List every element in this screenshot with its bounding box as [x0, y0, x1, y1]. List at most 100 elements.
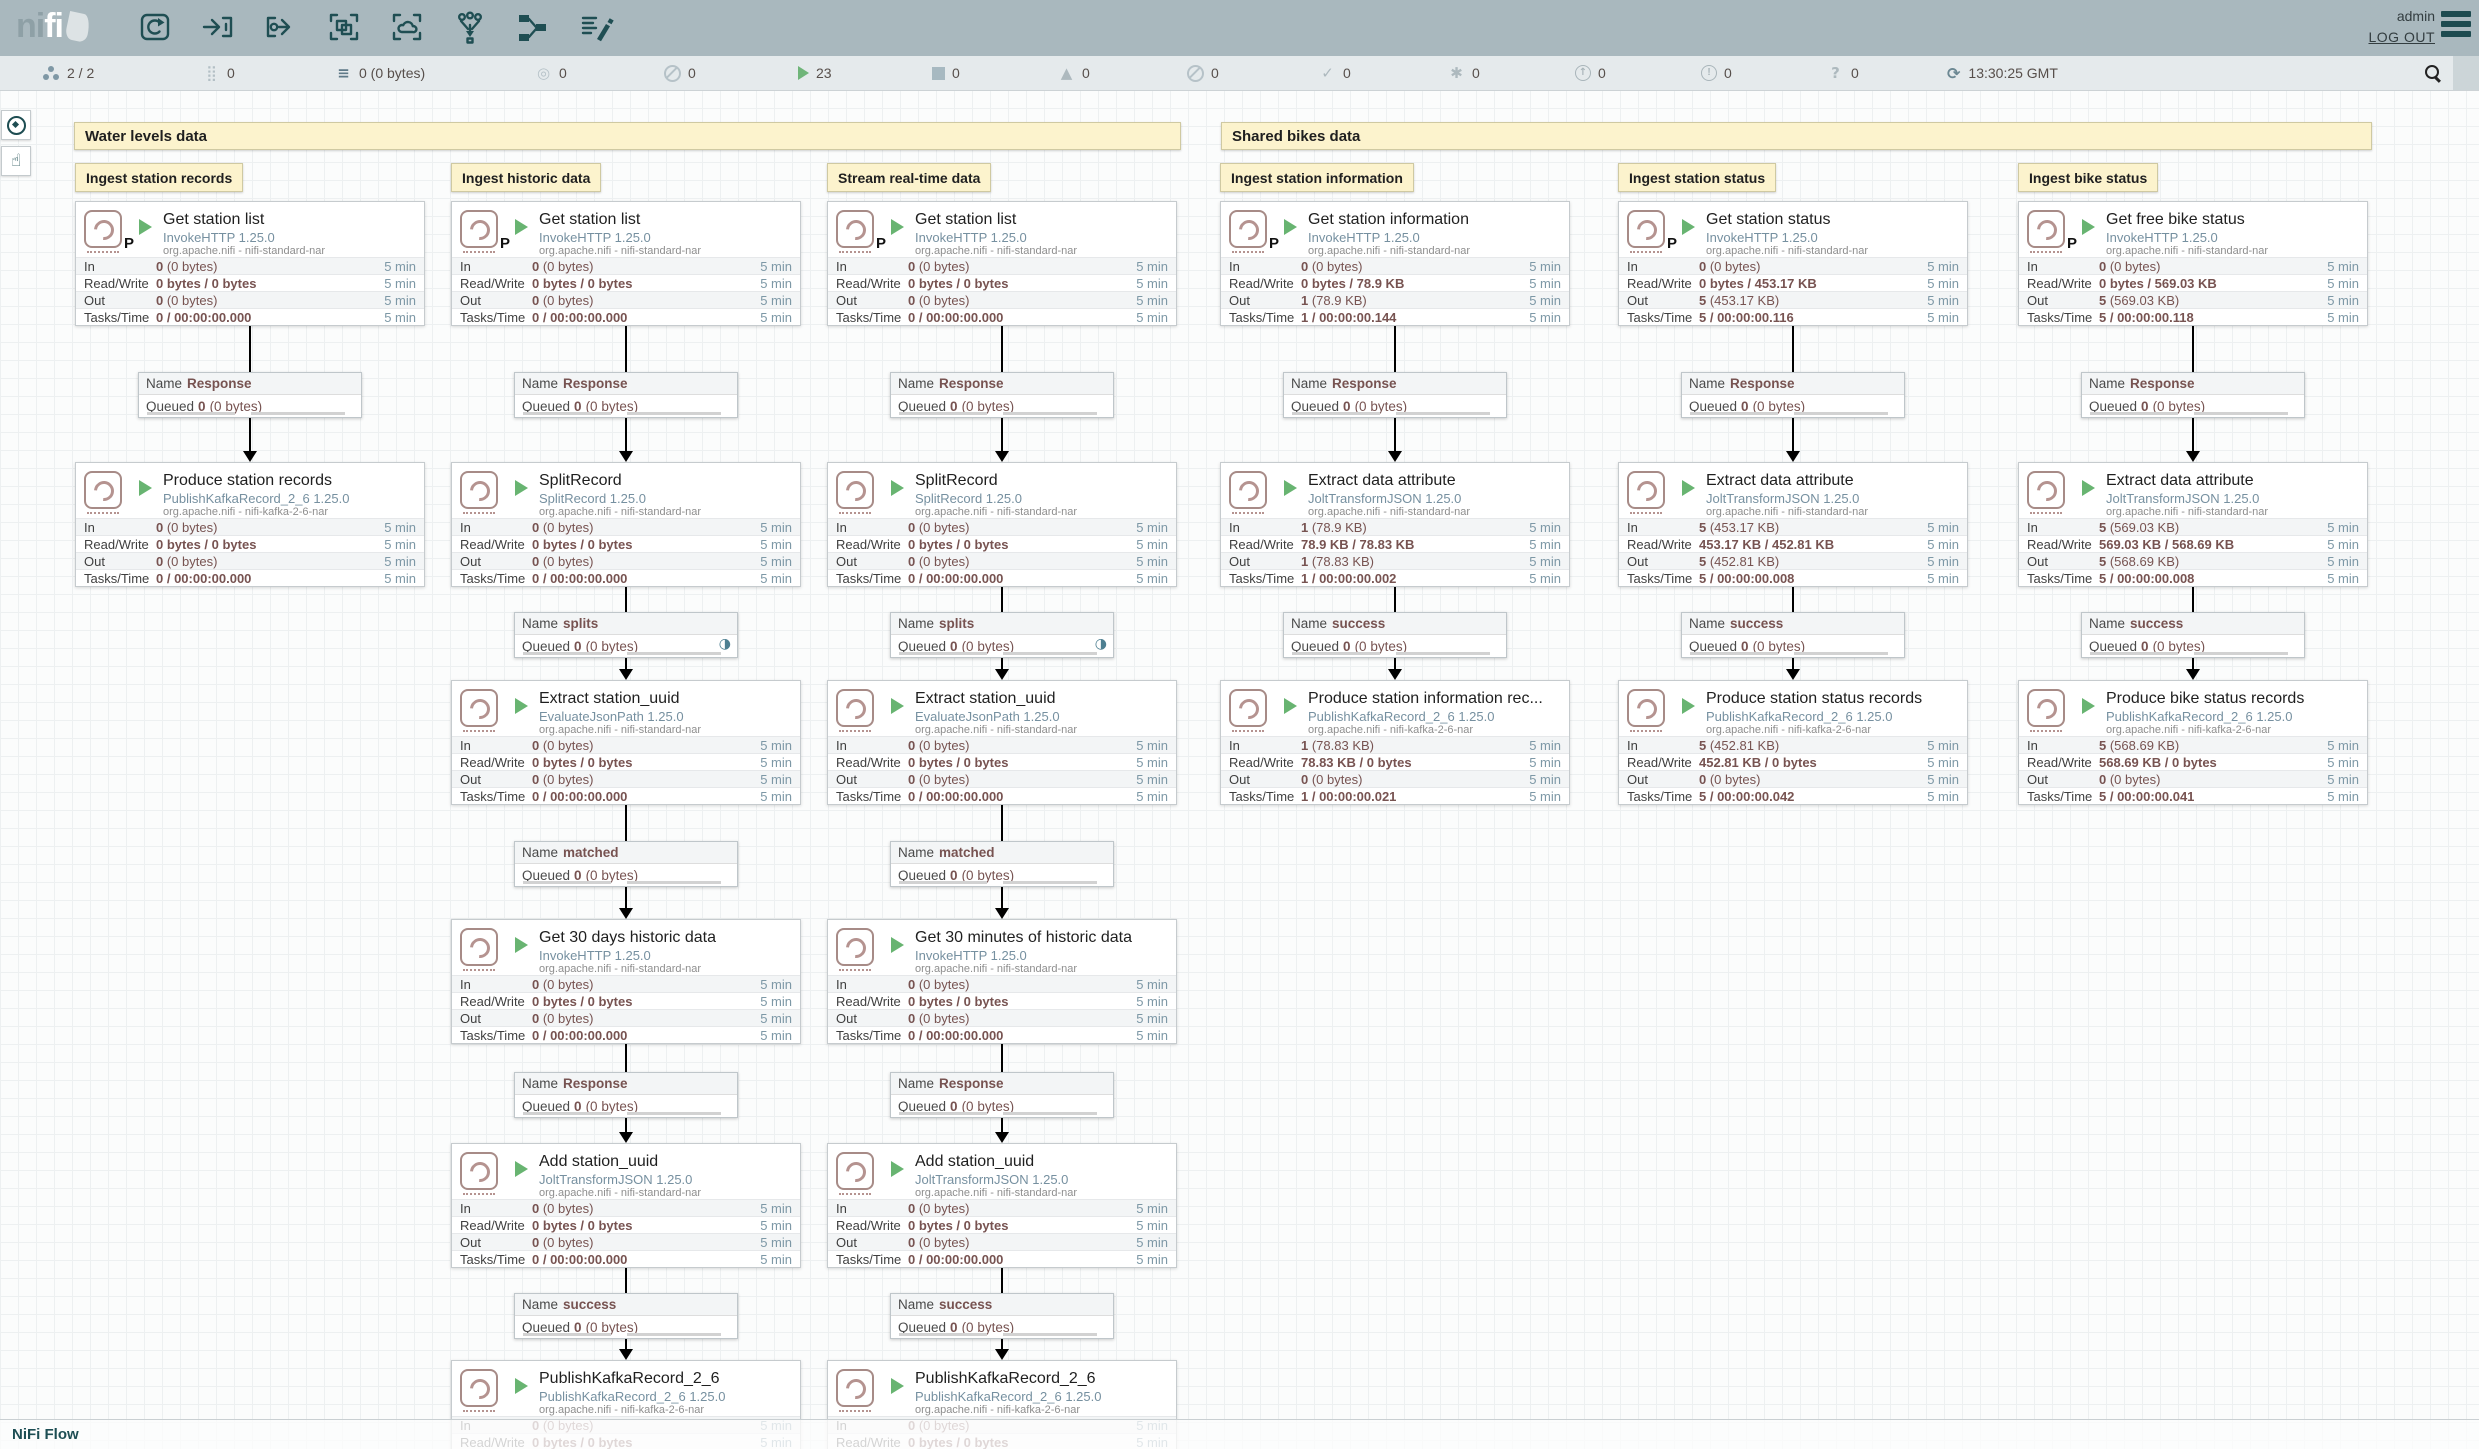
processor-stamp-icon: [460, 1152, 498, 1190]
process-group-icon[interactable]: [325, 9, 363, 47]
group-label[interactable]: Shared bikes data: [1221, 122, 2372, 150]
status-transmitting: ◎0: [535, 56, 567, 90]
stat-row: Out0 (0 bytes)5 min: [1619, 770, 1967, 787]
processor-stats: In0 (0 bytes)5 minRead/Write0 bytes / 0 …: [452, 736, 800, 804]
connection-label[interactable]: Name success Queued 0 (0 bytes): [1283, 612, 1507, 658]
stat-row: Out1 (78.83 KB)5 min: [1221, 552, 1569, 569]
stat-row: In0 (0 bytes)5 min: [828, 975, 1176, 992]
processor[interactable]: P Get station status InvokeHTTP 1.25.0 o…: [1618, 201, 1968, 326]
connection-label[interactable]: Name matched Queued 0 (0 bytes): [514, 841, 738, 887]
processor[interactable]: Get 30 minutes of historic data InvokeHT…: [827, 919, 1177, 1044]
navigate-palette-button[interactable]: [1, 110, 31, 140]
processor[interactable]: Extract data attribute JoltTransformJSON…: [2018, 462, 2368, 587]
processor-stamp-icon: [84, 210, 122, 248]
processor[interactable]: P Get station list InvokeHTTP 1.25.0 org…: [451, 201, 801, 326]
stat-row: Tasks/Time0 / 00:00:00.0005 min: [828, 1250, 1176, 1267]
current-user-label: admin: [2368, 6, 2435, 27]
stat-row: Read/Write0 bytes / 0 bytes5 min: [828, 1216, 1176, 1233]
section-label[interactable]: Ingest station records: [75, 163, 243, 192]
label-icon[interactable]: [577, 9, 615, 47]
processor-type: PublishKafkaRecord_2_6 1.25.0: [1706, 709, 1967, 725]
processor[interactable]: Produce station information rec... Publi…: [1220, 680, 1570, 805]
processor[interactable]: Extract data attribute JoltTransformJSON…: [1220, 462, 1570, 587]
processor[interactable]: Extract station_uuid EvaluateJsonPath 1.…: [451, 680, 801, 805]
connection-label[interactable]: Name Response Queued 0 (0 bytes): [890, 372, 1114, 418]
processor[interactable]: P Get free bike status InvokeHTTP 1.25.0…: [2018, 201, 2368, 326]
connection-label[interactable]: Name success Queued 0 (0 bytes): [2081, 612, 2305, 658]
connection-label[interactable]: Name Response Queued 0 (0 bytes): [2081, 372, 2305, 418]
connection-arrowhead: [619, 669, 633, 680]
section-label[interactable]: Stream real-time data: [827, 163, 991, 192]
processor[interactable]: P Get station list InvokeHTTP 1.25.0 org…: [75, 201, 425, 326]
stat-row: Read/Write0 bytes / 0 bytes5 min: [452, 274, 800, 291]
input-port-icon[interactable]: [199, 9, 237, 47]
connection-label[interactable]: Name success Queued 0 (0 bytes): [514, 1293, 738, 1339]
connection-label[interactable]: Name Response Queued 0 (0 bytes): [890, 1072, 1114, 1118]
operate-palette-button[interactable]: ☝: [1, 146, 31, 176]
section-label[interactable]: Ingest bike status: [2018, 163, 2158, 192]
processor[interactable]: Get 30 days historic data InvokeHTTP 1.2…: [451, 919, 801, 1044]
stat-row: Read/Write453.17 KB / 452.81 KB5 min: [1619, 535, 1967, 552]
connection-label[interactable]: Name Response Queued 0 (0 bytes): [138, 372, 362, 418]
logout-link[interactable]: LOG OUT: [2368, 27, 2435, 48]
section-label[interactable]: Ingest station status: [1618, 163, 1776, 192]
connection-arrowhead: [995, 908, 1009, 919]
connection-label[interactable]: Name Response Queued 0 (0 bytes): [1681, 372, 1905, 418]
processor[interactable]: Extract data attribute JoltTransformJSON…: [1618, 462, 1968, 587]
breadcrumb[interactable]: NiFi Flow: [12, 1426, 79, 1443]
flow-canvas[interactable]: ☝ Water levels data Ingest station record…: [0, 90, 2479, 1449]
processor-stamp-icon: [1229, 210, 1267, 248]
processor-stats: In0 (0 bytes)5 minRead/Write0 bytes / 56…: [2019, 257, 2367, 325]
connection-label[interactable]: Name Response Queued 0 (0 bytes): [1283, 372, 1507, 418]
queue-count-bar: [899, 652, 987, 655]
connection-arrowhead: [1786, 451, 1800, 462]
processor-stats: In0 (0 bytes)5 minRead/Write0 bytes / 0 …: [452, 975, 800, 1043]
processor-stamp-icon: [460, 928, 498, 966]
search-icon[interactable]: [2424, 64, 2442, 82]
processor[interactable]: SplitRecord SplitRecord 1.25.0 org.apach…: [827, 462, 1177, 587]
stat-row: In0 (0 bytes)5 min: [1221, 257, 1569, 274]
section-label[interactable]: Ingest historic data: [451, 163, 601, 192]
connection-label[interactable]: Name success Queued 0 (0 bytes): [890, 1293, 1114, 1339]
stat-row: Tasks/Time5 / 00:00:00.0425 min: [1619, 787, 1967, 804]
processor[interactable]: P Get station information InvokeHTTP 1.2…: [1220, 201, 1570, 326]
run-status-running-icon: [2082, 480, 2095, 496]
processor[interactable]: Produce station records PublishKafkaReco…: [75, 462, 425, 587]
section-label[interactable]: Ingest station information: [1220, 163, 1414, 192]
processor[interactable]: P Get station list InvokeHTTP 1.25.0 org…: [827, 201, 1177, 326]
run-status-running-icon: [1682, 480, 1695, 496]
processor-stamp-icon: [1627, 471, 1665, 509]
sync-failure-icon: ?: [1827, 65, 1844, 82]
connection-label[interactable]: Name Response Queued 0 (0 bytes): [514, 1072, 738, 1118]
processor-name: Get 30 minutes of historic data: [915, 928, 1176, 948]
funnel-icon[interactable]: [451, 9, 489, 47]
connection-label[interactable]: Name Response Queued 0 (0 bytes): [514, 372, 738, 418]
navigate-compass-icon: [7, 116, 26, 135]
template-icon[interactable]: [514, 9, 552, 47]
remote-process-group-icon[interactable]: [388, 9, 426, 47]
processor[interactable]: Produce bike status records PublishKafka…: [2018, 680, 2368, 805]
processor[interactable]: Produce station status records PublishKa…: [1618, 680, 1968, 805]
connection-name: success: [1332, 616, 1385, 631]
processor-icon[interactable]: [136, 9, 174, 47]
component-toolbar: [136, 0, 615, 56]
refresh-button[interactable]: ⟳ 13:30:25 GMT: [1947, 56, 2058, 90]
stat-row: In0 (0 bytes)5 min: [2019, 257, 2367, 274]
connection-name: Response: [1332, 376, 1397, 391]
queue-size-bar: [1396, 652, 1490, 655]
connection-label[interactable]: Name success Queued 0 (0 bytes): [1681, 612, 1905, 658]
group-label[interactable]: Water levels data: [74, 122, 1181, 150]
output-port-icon[interactable]: [262, 9, 300, 47]
connection-label[interactable]: Name matched Queued 0 (0 bytes): [890, 841, 1114, 887]
processor[interactable]: Add station_uuid JoltTransformJSON 1.25.…: [827, 1143, 1177, 1268]
connection-label[interactable]: Name splits Queued 0 (0 bytes) ◑: [514, 612, 738, 658]
processor-stats: In0 (0 bytes)5 minRead/Write0 bytes / 78…: [1221, 257, 1569, 325]
global-menu-button[interactable]: [2441, 11, 2471, 37]
connection-label[interactable]: Name splits Queued 0 (0 bytes) ◑: [890, 612, 1114, 658]
processor-name: SplitRecord: [915, 471, 1176, 491]
processor[interactable]: SplitRecord SplitRecord 1.25.0 org.apach…: [451, 462, 801, 587]
processor[interactable]: Add station_uuid JoltTransformJSON 1.25.…: [451, 1143, 801, 1268]
processor[interactable]: Extract station_uuid EvaluateJsonPath 1.…: [827, 680, 1177, 805]
locally-modified-stale-icon: !: [1701, 65, 1717, 81]
processor-stamp-icon: [2027, 210, 2065, 248]
